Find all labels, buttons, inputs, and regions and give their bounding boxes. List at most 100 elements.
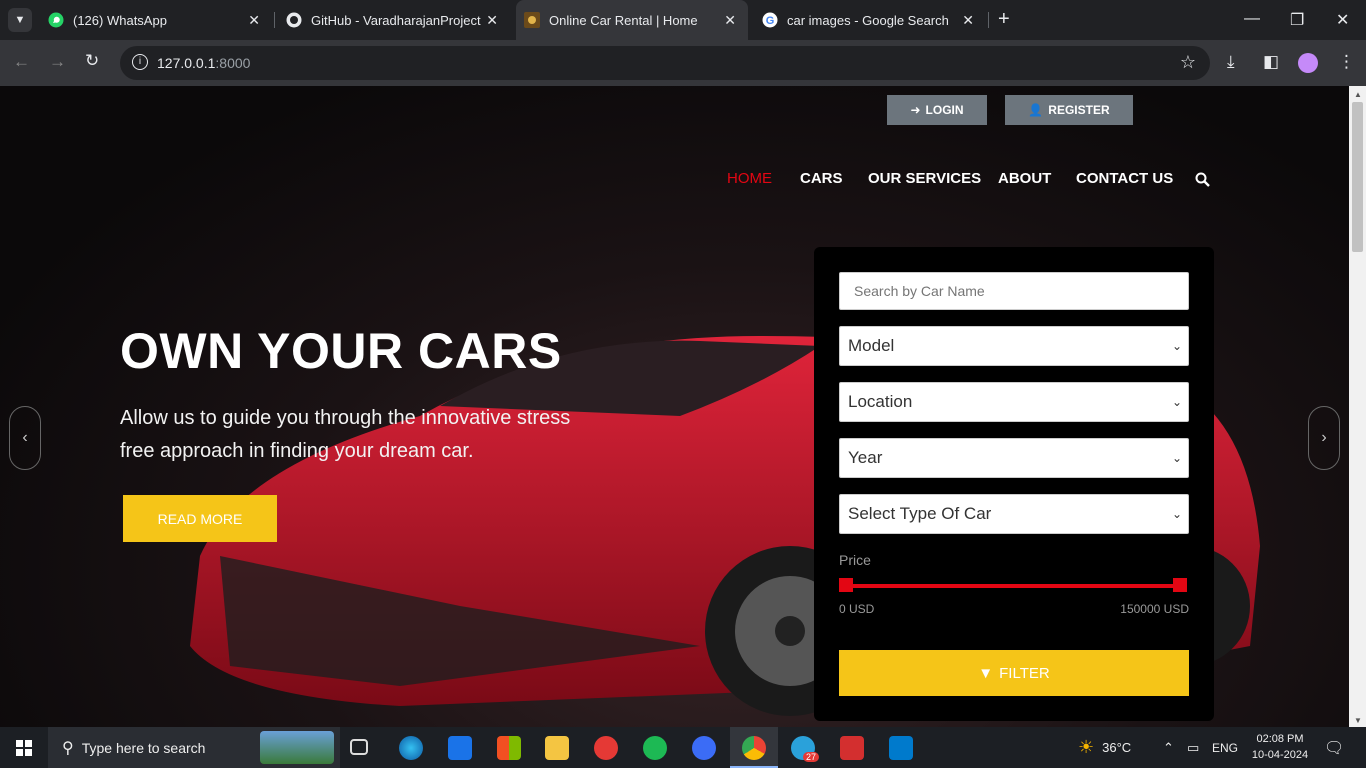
site-info-icon[interactable]: i (132, 54, 148, 70)
github-icon (286, 12, 302, 28)
side-panel-icon[interactable]: ◧ (1263, 52, 1279, 72)
tray-chevron-up-icon[interactable]: ⌃ (1163, 727, 1174, 768)
funnel-icon: ▼ (978, 664, 994, 682)
tab-github[interactable]: GitHub - VaradharajanProjects/ ✕ (278, 0, 510, 40)
location-select[interactable]: Location ⌄ (839, 382, 1189, 422)
model-select[interactable]: Model ⌄ (839, 326, 1189, 366)
telegram-badge: 27 (803, 752, 820, 762)
language-indicator[interactable]: ENG (1212, 727, 1238, 768)
weather-temp: 36°C (1102, 740, 1132, 755)
url-port: :8000 (215, 55, 251, 71)
car-type-select[interactable]: Select Type Of Car ⌄ (839, 494, 1189, 534)
windows-start-icon[interactable] (16, 740, 32, 756)
bookmark-star-icon[interactable]: ☆ (1180, 52, 1196, 73)
close-window-button[interactable]: ✕ (1336, 10, 1349, 30)
filter-label: FILTER (999, 664, 1050, 682)
browser-toolbar: ← → ↻ i 127.0.0.1:8000 ☆ ⤓ ◧ ⋮ (0, 40, 1366, 86)
clock-date: 10-04-2024 (1251, 749, 1309, 761)
filter-button[interactable]: ▼ FILTER (839, 650, 1189, 696)
register-label: REGISTER (1048, 103, 1110, 117)
carousel-next-button[interactable]: › (1308, 406, 1340, 470)
search-icon[interactable] (1195, 172, 1210, 187)
profile-avatar[interactable] (1298, 53, 1318, 73)
car-name-search-input[interactable] (839, 272, 1189, 310)
svg-text:G: G (766, 15, 775, 27)
price-label: Price (839, 552, 871, 568)
register-button[interactable]: 👤 REGISTER (1005, 95, 1133, 125)
price-max-handle[interactable] (1173, 578, 1187, 592)
close-icon[interactable]: ✕ (486, 12, 498, 29)
clock[interactable]: 02:08 PM 10-04-2024 (1248, 731, 1312, 763)
wps-icon[interactable] (594, 736, 618, 760)
login-icon: ➜ (910, 103, 921, 117)
tab-title: car images - Google Search (787, 12, 949, 28)
forward-arrow-icon[interactable]: → (49, 52, 66, 72)
back-arrow-icon[interactable]: ← (13, 52, 30, 72)
nav-our-services[interactable]: OUR SERVICES (868, 170, 981, 187)
nav-cars[interactable]: CARS (800, 170, 843, 187)
minimize-button[interactable]: — (1244, 10, 1260, 28)
new-tab-button[interactable]: + (998, 8, 1010, 31)
car-type-select-value: Select Type Of Car (848, 504, 992, 523)
url-host: 127.0.0.1 (157, 55, 216, 71)
chevron-down-icon: ⌄ (1171, 339, 1182, 353)
chevron-down-icon: ⌄ (1171, 507, 1182, 521)
year-select[interactable]: Year ⌄ (839, 438, 1189, 478)
task-view-icon[interactable] (350, 739, 368, 755)
taskbar-search-placeholder: Type here to search (81, 739, 206, 756)
whatsapp-icon (48, 12, 64, 28)
nav-about[interactable]: ABOUT (998, 170, 1051, 187)
windows-taskbar: ⚲ Type here to search 27 ☀ 36°C ⌃ ▭ ENG … (0, 727, 1366, 768)
edge-icon[interactable] (399, 736, 423, 760)
notification-icon[interactable]: 🗨 (1324, 727, 1344, 768)
chevron-right-icon: › (1321, 429, 1327, 446)
vscode-icon[interactable] (889, 736, 913, 760)
webex-icon[interactable] (692, 736, 716, 760)
hero-subtitle: Allow us to guide you through the innova… (120, 407, 571, 462)
tab-title: (126) WhatsApp (73, 12, 167, 28)
file-explorer-icon[interactable] (545, 736, 569, 760)
weather-widget[interactable]: ☀ 36°C (1078, 727, 1131, 768)
tab-search-button[interactable]: ▼ (8, 8, 32, 32)
close-icon[interactable]: ✕ (724, 12, 736, 29)
search-icon: ⚲ (62, 739, 74, 757)
chrome-icon[interactable] (742, 736, 766, 760)
spotify-icon[interactable] (643, 736, 667, 760)
hero-section: ➜ LOGIN 👤 REGISTER HOME CARS OUR SERVICE… (0, 86, 1349, 727)
nav-home[interactable]: HOME (727, 170, 772, 187)
page-scrollbar[interactable]: ▲ ▼ (1349, 86, 1366, 727)
read-more-button[interactable]: READ MORE (123, 495, 277, 542)
tab-title: GitHub - VaradharajanProjects/ (311, 12, 481, 28)
tab-whatsapp[interactable]: (126) WhatsApp ✕ (40, 0, 272, 40)
tab-car-rental[interactable]: Online Car Rental | Home ✕ (516, 0, 748, 40)
tab-google[interactable]: G car images - Google Search ✕ (754, 0, 986, 40)
scrollbar-thumb[interactable] (1352, 102, 1363, 252)
taskbar-search-box[interactable]: ⚲ Type here to search (48, 727, 340, 768)
download-icon[interactable]: ⤓ (1227, 52, 1235, 72)
login-label: LOGIN (925, 103, 964, 117)
address-bar[interactable]: i 127.0.0.1:8000 ☆ (120, 46, 1210, 80)
nav-contact-us[interactable]: CONTACT US (1076, 170, 1173, 187)
reload-icon[interactable]: ↻ (85, 51, 99, 71)
price-slider-track[interactable] (844, 584, 1180, 588)
store-icon[interactable] (497, 736, 521, 760)
site-icon (524, 12, 540, 28)
price-min-value: 0 USD (839, 602, 875, 616)
chevron-down-icon: ⌄ (1171, 395, 1182, 409)
app-red-icon[interactable] (840, 736, 864, 760)
login-button[interactable]: ➜ LOGIN (887, 95, 987, 125)
close-icon[interactable]: ✕ (248, 12, 260, 29)
year-select-value: Year (848, 448, 883, 467)
browser-tab-bar: ▼ (126) WhatsApp ✕ GitHub - Varadharajan… (0, 0, 1366, 40)
chevron-left-icon: ‹ (22, 429, 28, 446)
price-min-handle[interactable] (839, 578, 853, 592)
carousel-prev-button[interactable]: ‹ (9, 406, 41, 470)
mail-icon[interactable] (448, 736, 472, 760)
location-select-value: Location (848, 392, 913, 411)
close-icon[interactable]: ✕ (962, 12, 974, 29)
search-highlight-icon (260, 731, 334, 764)
menu-icon[interactable]: ⋮ (1338, 52, 1355, 72)
network-icon[interactable]: ▭ (1187, 727, 1199, 768)
restore-button[interactable]: ❐ (1290, 10, 1304, 30)
model-select-value: Model (848, 336, 895, 355)
